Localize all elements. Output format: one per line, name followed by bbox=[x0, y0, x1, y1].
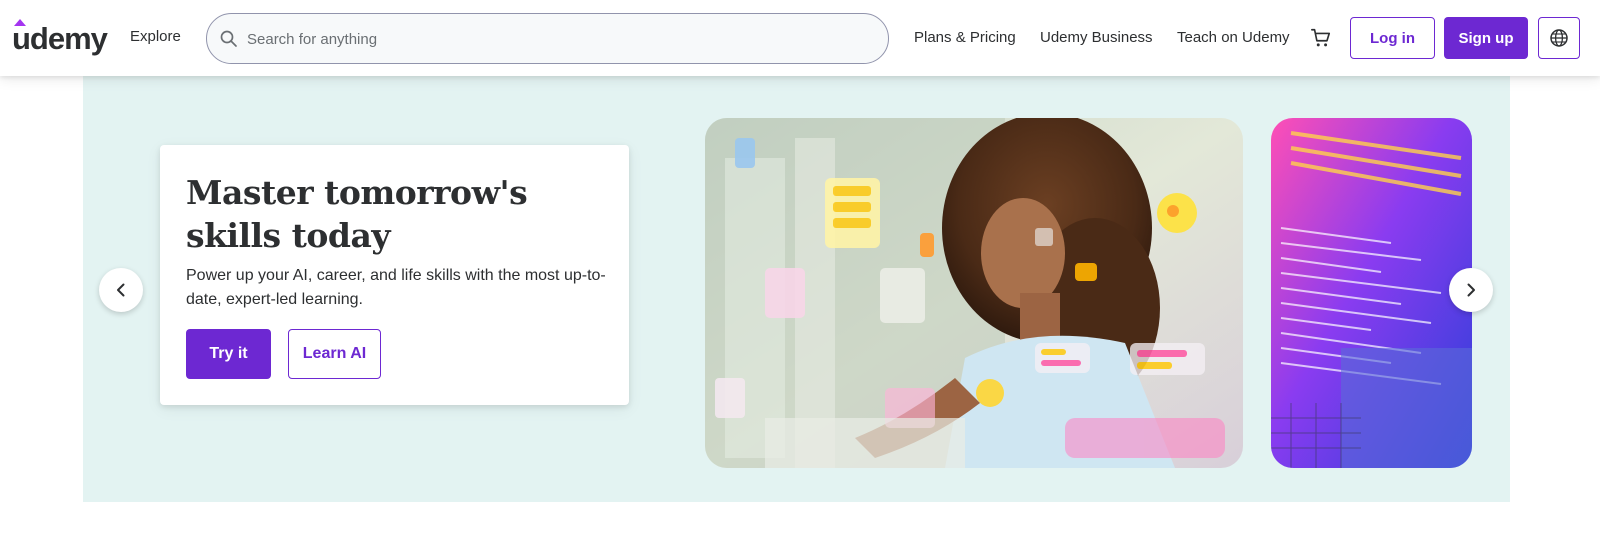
udemy-business-link[interactable]: Udemy Business bbox=[1040, 29, 1153, 46]
signup-button[interactable]: Sign up bbox=[1444, 17, 1528, 59]
explore-menu[interactable]: Explore bbox=[130, 28, 181, 45]
carousel-next-button[interactable] bbox=[1449, 268, 1493, 312]
search-input[interactable] bbox=[247, 24, 867, 54]
chevron-right-icon bbox=[1467, 283, 1475, 297]
language-button[interactable] bbox=[1538, 17, 1580, 59]
logo-mark-icon bbox=[14, 19, 26, 26]
logo-text: udemy bbox=[12, 21, 108, 56]
code-neon-illustration bbox=[1271, 118, 1472, 468]
cart-icon[interactable] bbox=[1310, 27, 1332, 49]
chevron-left-icon bbox=[117, 283, 125, 297]
try-it-button[interactable]: Try it bbox=[186, 329, 271, 379]
hero-image-woman-holograms bbox=[705, 118, 1243, 468]
udemy-logo[interactable]: udemy bbox=[12, 19, 110, 59]
plans-pricing-link[interactable]: Plans & Pricing bbox=[914, 29, 1016, 46]
search-icon bbox=[220, 30, 237, 47]
globe-icon bbox=[1550, 29, 1568, 47]
hero-title: Master tomorrow's skills today bbox=[186, 171, 606, 257]
hero-title-line-2: skills today bbox=[186, 216, 391, 255]
top-navigation-bar: udemy Explore Plans & Pricing Udemy Busi… bbox=[0, 0, 1600, 76]
hero-title-line-1: Master tomorrow's bbox=[186, 173, 528, 212]
hero-image-code-neon bbox=[1271, 118, 1472, 468]
hero-subtitle: Power up your AI, career, and life skill… bbox=[186, 267, 606, 308]
login-button[interactable]: Log in bbox=[1350, 17, 1435, 59]
search-bar[interactable] bbox=[206, 13, 889, 64]
hero-card: Master tomorrow's skills today Power up … bbox=[160, 145, 629, 405]
hero-illustration bbox=[705, 118, 1243, 468]
carousel-prev-button[interactable] bbox=[99, 268, 143, 312]
learn-ai-button[interactable]: Learn AI bbox=[288, 329, 381, 379]
teach-on-udemy-link[interactable]: Teach on Udemy bbox=[1177, 29, 1290, 46]
